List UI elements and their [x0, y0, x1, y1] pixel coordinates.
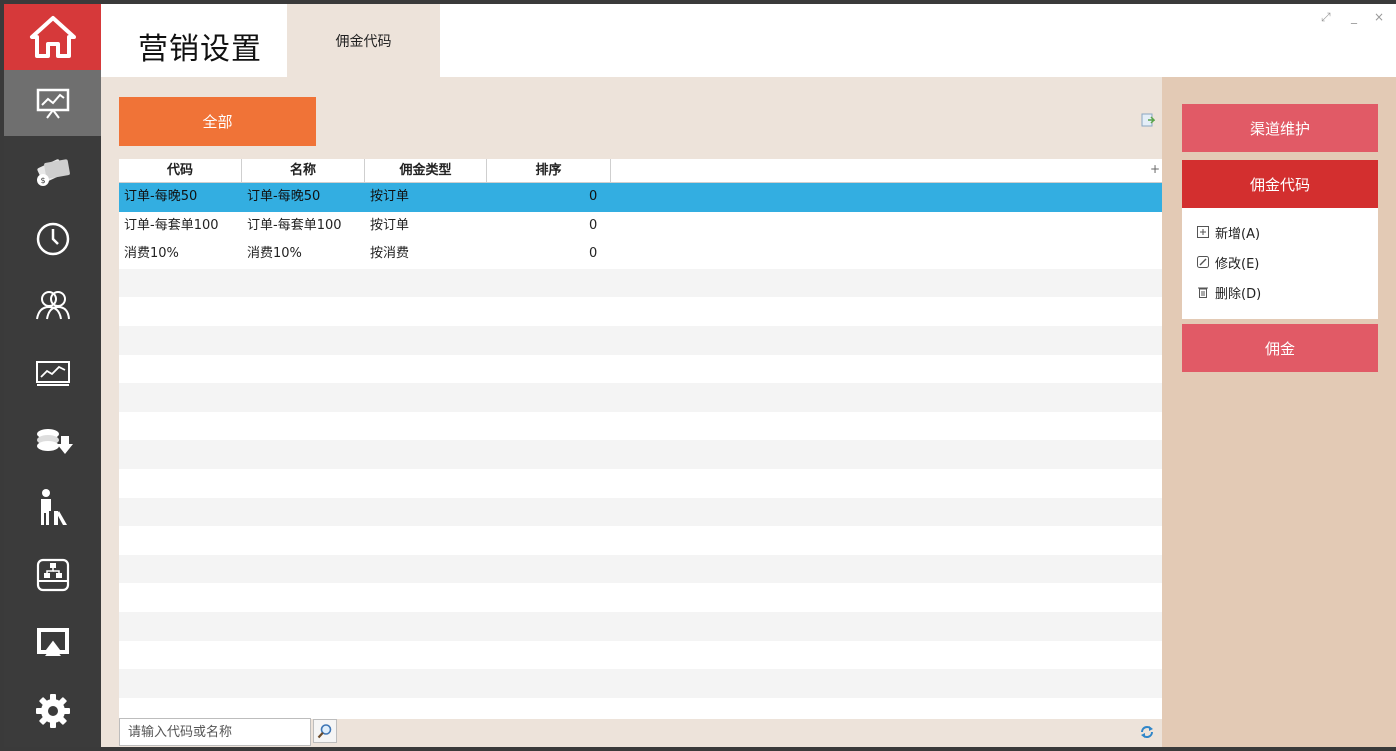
close-icon[interactable]: ×: [1374, 10, 1384, 24]
commission-button[interactable]: 佣金: [1182, 324, 1378, 372]
left-nav: $: [4, 4, 101, 747]
nav-item-reports[interactable]: [4, 340, 101, 406]
commission-code-button[interactable]: 佣金代码: [1182, 160, 1378, 208]
cell-code: 消费10%: [124, 246, 179, 262]
cell-type: 按订单: [370, 189, 410, 204]
coins-icon: [36, 429, 73, 454]
svg-text:$: $: [40, 176, 45, 185]
header-bar: 营销设置 佣金代码 ⤢ _ ×: [101, 4, 1396, 77]
empty-row: [119, 554, 1162, 584]
add-icon: [1196, 225, 1210, 239]
nav-item-cashier[interactable]: [4, 408, 101, 474]
empty-row: [119, 355, 1162, 384]
column-header-name[interactable]: 名称: [242, 159, 365, 182]
airplay-icon: [36, 628, 69, 656]
cell-name: 订单-每晚50: [247, 189, 321, 204]
nav-item-marketing[interactable]: [4, 70, 101, 136]
edit-icon: [1196, 255, 1210, 269]
grid-footer: [101, 714, 1162, 747]
minimize-icon[interactable]: _: [1351, 10, 1357, 24]
cell-code: 订单-每套单100: [124, 217, 219, 233]
edit-action[interactable]: 修改(E): [1196, 251, 1259, 273]
home-button[interactable]: [4, 4, 101, 70]
refresh-icon[interactable]: [1139, 724, 1155, 744]
search-icon: [317, 724, 332, 739]
empty-row: [119, 497, 1162, 527]
nav-item-finance[interactable]: $: [4, 138, 101, 204]
empty-row: [119, 669, 1162, 698]
delete-label: 删除(D): [1215, 286, 1262, 302]
empty-row: [119, 297, 1162, 326]
cell-code: 订单-每晚50: [124, 189, 198, 204]
column-header-order[interactable]: 排序: [487, 159, 611, 182]
side-panel: 渠道维护 佣金代码 新增(A) 修改(E) 删除(D) 佣金: [1162, 77, 1396, 747]
empty-row: [119, 526, 1162, 555]
network-tray-icon: [36, 558, 69, 592]
money-icon: $: [36, 159, 70, 186]
empty-row: [119, 611, 1162, 641]
add-column-icon[interactable]: +: [1150, 159, 1160, 179]
channel-maintenance-button[interactable]: 渠道维护: [1182, 104, 1378, 152]
search-input[interactable]: [119, 718, 311, 746]
commission-code-grid: 代码 名称 佣金类型 排序 + 订单-每晚50 订单-每晚50 按订单 0 订单…: [119, 159, 1162, 719]
app-window: $ 营销设置 佣金代码 ⤢ _ × 全部 代码 名称 佣金类型 排序 + 订单-…: [4, 4, 1396, 747]
cell-type: 按消费: [370, 246, 410, 262]
grid-header: 代码 名称 佣金类型 排序 +: [119, 159, 1162, 183]
commission-code-actions: 新增(A) 修改(E) 删除(D): [1182, 208, 1378, 319]
all-filter-button[interactable]: 全部: [119, 97, 316, 146]
users-icon: [35, 291, 70, 320]
empty-row: [119, 469, 1162, 498]
trash-icon: [1196, 285, 1210, 299]
nav-item-history[interactable]: [4, 206, 101, 272]
delete-action[interactable]: 删除(D): [1196, 281, 1261, 303]
page-title: 营销设置: [138, 32, 262, 67]
cell-order: 0: [589, 217, 598, 233]
cell-order: 0: [589, 189, 598, 204]
nav-item-organization[interactable]: [4, 542, 101, 608]
table-row[interactable]: 订单-每套单100 订单-每套单100 按订单 0: [119, 212, 1162, 241]
cell-order: 0: [589, 246, 598, 262]
nav-item-settings[interactable]: [4, 678, 101, 744]
presentation-chart-icon: [36, 88, 69, 119]
person-luggage-icon: [40, 489, 67, 525]
tab-commission-code[interactable]: 佣金代码: [287, 4, 440, 77]
empty-row: [119, 325, 1162, 355]
gear-icon: [35, 694, 70, 728]
main-panel: 全部 代码 名称 佣金类型 排序 + 订单-每晚50 订单-每晚50 按订单 0: [101, 77, 1162, 747]
restore-icon[interactable]: ⤢: [1321, 10, 1331, 25]
empty-row: [119, 412, 1162, 441]
line-chart-icon: [35, 361, 70, 386]
clock-icon: [36, 222, 69, 256]
edit-label: 修改(E): [1215, 256, 1260, 272]
home-icon: [29, 16, 76, 58]
empty-row: [119, 383, 1162, 412]
table-row[interactable]: 消费10% 消费10% 按消费 0: [119, 240, 1162, 269]
search-button[interactable]: [313, 719, 337, 743]
column-header-type[interactable]: 佣金类型: [365, 159, 487, 182]
add-action[interactable]: 新增(A): [1196, 221, 1260, 243]
empty-row: [119, 268, 1162, 298]
grid-body: 订单-每晚50 订单-每晚50 按订单 0 订单-每套单100 订单-每套单10…: [119, 183, 1162, 719]
empty-row: [119, 641, 1162, 670]
empty-row: [119, 583, 1162, 612]
table-row[interactable]: 订单-每晚50 订单-每晚50 按订单 0: [119, 183, 1162, 212]
nav-item-screen[interactable]: [4, 610, 101, 676]
export-icon[interactable]: [1141, 113, 1156, 131]
empty-row: [119, 440, 1162, 469]
cell-name: 订单-每套单100: [247, 217, 342, 233]
column-header-code[interactable]: 代码: [119, 159, 242, 182]
nav-item-customers[interactable]: [4, 272, 101, 338]
add-label: 新增(A): [1215, 226, 1261, 242]
cell-name: 消费10%: [247, 246, 302, 262]
cell-type: 按订单: [370, 217, 410, 233]
nav-item-checkin[interactable]: [4, 474, 101, 540]
